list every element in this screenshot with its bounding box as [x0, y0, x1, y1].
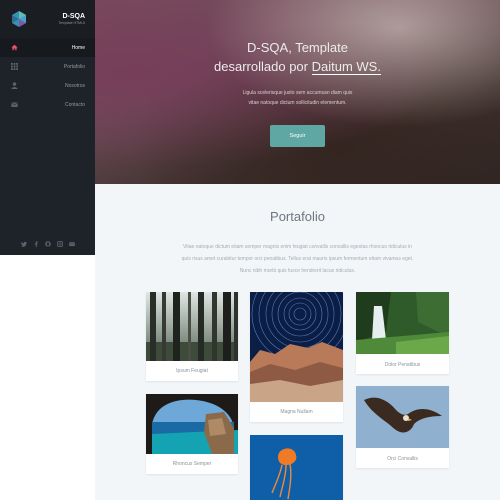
- sidebar-nav: Home Portafolio Nosotros Contacto: [0, 38, 95, 114]
- jellyfish-image: [250, 435, 343, 500]
- portfolio-card-orci-convallis[interactable]: Orci Convallis: [356, 386, 449, 468]
- logo-icon: [10, 10, 28, 28]
- portfolio-card-magna-nullam[interactable]: Magna Nullam: [250, 292, 343, 422]
- card-caption: Magna Nullam: [280, 409, 313, 415]
- hero-desc-line2: vitae natoque dictum sollicitudin elemen…: [248, 100, 347, 106]
- portfolio-section: Portafolio Vitae natoque dictum etiam se…: [95, 184, 500, 500]
- waterfall-image: [356, 292, 449, 354]
- nav-item-home[interactable]: Home: [0, 38, 95, 57]
- nav-item-portafolio[interactable]: Portafolio: [0, 57, 95, 76]
- portfolio-desc-line3: Nunc nibh morbi quis fusce hendrerit lac…: [239, 268, 356, 274]
- brand-subtitle: Template HTML5: [58, 21, 85, 25]
- card-caption: Dolor Penatibus: [384, 362, 421, 368]
- brand-header[interactable]: D-SQA Template HTML5: [0, 0, 95, 38]
- facebook-icon[interactable]: [33, 241, 39, 247]
- portfolio-description: Vitae natoque dictum etiam semper magnis…: [145, 241, 450, 277]
- star-trails-image: [250, 292, 343, 402]
- hero-title-line1: D-SQA, Template: [247, 40, 348, 55]
- hero-title-highlight: Daitum WS.: [311, 59, 381, 75]
- portfolio-card-rhoncus-semper[interactable]: Rhoncus Semper: [146, 394, 238, 474]
- sea-cave-image: [146, 394, 238, 454]
- user-icon: [10, 82, 18, 90]
- mail-icon[interactable]: [68, 241, 75, 247]
- seguir-button[interactable]: Seguir: [270, 125, 325, 147]
- brand-title: D-SQA: [62, 13, 85, 20]
- portfolio-card-ipsum-feugiat[interactable]: Ipsum Feugiat: [146, 292, 238, 381]
- nav-label-portafolio: Portafolio: [63, 63, 85, 70]
- instagram-icon[interactable]: [56, 241, 63, 247]
- card-caption: Ipsum Feugiat: [176, 368, 208, 374]
- portfolio-desc-line2: quis risus amet curabitur tempor orci pe…: [181, 256, 414, 262]
- hero-title-line2: desarrollado por Daitum WS.: [95, 57, 500, 76]
- sidebar: D-SQA Template HTML5 Home Portafolio Nos…: [0, 0, 95, 255]
- hero-title-prefix: desarrollado por: [214, 59, 308, 74]
- home-icon: [10, 44, 18, 52]
- nav-item-nosotros[interactable]: Nosotros: [0, 76, 95, 95]
- hero-description: Ligula scelerisque justo sem accumsan di…: [95, 88, 500, 108]
- grid-icon: [10, 63, 18, 71]
- portfolio-card-dolor-penatibus[interactable]: Dolor Penatibus: [356, 292, 449, 374]
- nav-label-contacto: Contacto: [64, 101, 85, 108]
- hero-title: D-SQA, Template desarrollado por Daitum …: [95, 38, 500, 76]
- hero-desc-line1: Ligula scelerisque justo sem accumsan di…: [242, 90, 353, 96]
- envelope-icon: [10, 101, 18, 109]
- nav-item-contacto[interactable]: Contacto: [0, 95, 95, 114]
- portfolio-card-jellyfish[interactable]: [250, 435, 343, 500]
- page: D-SQA Template HTML5 Home Portafolio Nos…: [0, 0, 500, 500]
- portfolio-title: Portafolio: [270, 209, 325, 224]
- twitter-icon[interactable]: [20, 241, 27, 247]
- nav-label-home: Home: [71, 44, 85, 51]
- nav-label-nosotros: Nosotros: [64, 82, 85, 89]
- github-icon[interactable]: [44, 241, 51, 247]
- eagle-image: [356, 386, 449, 448]
- card-caption: Orci Convallis: [387, 456, 418, 462]
- hero-banner: D-SQA, Template desarrollado por Daitum …: [95, 0, 500, 184]
- portfolio-desc-line1: Vitae natoque dictum etiam semper magnis…: [183, 244, 412, 250]
- forest-image: [146, 292, 238, 361]
- card-caption: Rhoncus Semper: [172, 461, 212, 467]
- social-links: [0, 241, 95, 247]
